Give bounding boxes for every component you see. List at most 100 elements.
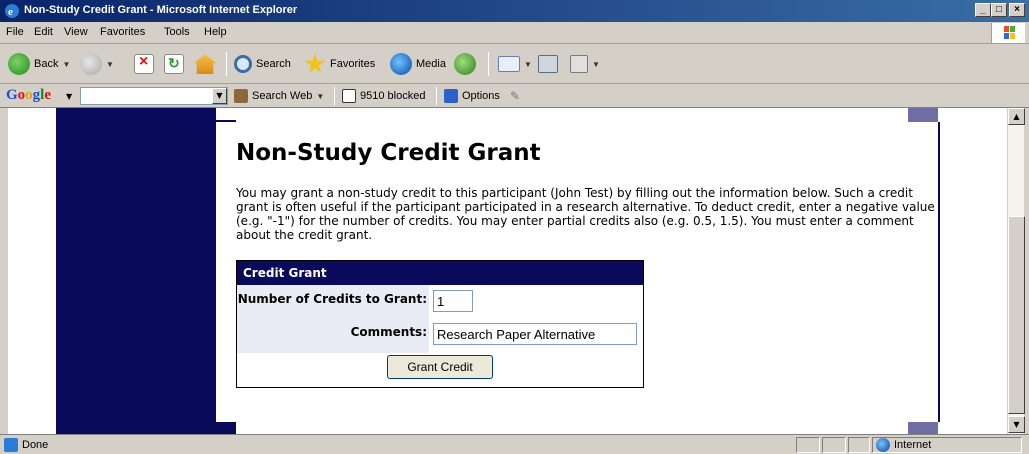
favorites-star-icon xyxy=(304,53,326,74)
favorites-button[interactable]: Favorites xyxy=(304,52,375,76)
toolbar-separator xyxy=(334,87,335,105)
home-icon xyxy=(194,54,216,74)
credits-label: Number of Credits to Grant: xyxy=(237,292,427,306)
history-button[interactable] xyxy=(454,52,476,76)
google-search-input[interactable] xyxy=(80,87,228,105)
content-card: Non-Study Credit Grant You may grant a n… xyxy=(216,122,940,422)
back-arrow-icon xyxy=(8,53,30,75)
search-icon xyxy=(234,55,252,73)
scroll-up-arrow-icon[interactable]: ▲ xyxy=(1008,108,1025,125)
menu-favorites[interactable]: Favorites xyxy=(100,26,145,38)
dropdown-arrow-icon: ▼ xyxy=(592,59,600,69)
credits-input[interactable] xyxy=(433,290,473,312)
svg-text:e: e xyxy=(8,6,13,18)
popup-blocker-icon xyxy=(342,89,356,103)
back-label: Back xyxy=(34,58,59,70)
stop-icon xyxy=(134,53,154,74)
page-icon xyxy=(4,438,18,452)
page-description: You may grant a non-study credit to this… xyxy=(236,186,935,242)
options-button[interactable]: Options xyxy=(444,89,500,103)
menu-file[interactable]: File xyxy=(6,26,24,38)
options-icon xyxy=(444,89,458,103)
status-bar: Done Internet xyxy=(0,434,1029,454)
page-viewport: Non-Study Credit Grant You may grant a n… xyxy=(8,108,1007,434)
menu-help[interactable]: Help xyxy=(204,26,227,38)
media-button[interactable]: Media xyxy=(390,52,446,76)
status-pane xyxy=(822,437,846,453)
status-done: Done xyxy=(4,438,48,452)
scrollbar-thumb[interactable] xyxy=(1008,216,1025,414)
menu-edit[interactable]: Edit xyxy=(34,26,53,38)
history-icon xyxy=(454,53,476,75)
refresh-icon xyxy=(164,54,184,74)
standard-toolbar: Back ▼ ▼ Search Favorites Media ▼ ▼ xyxy=(0,44,1029,84)
security-zone[interactable]: Internet xyxy=(876,438,931,452)
edit-page-icon xyxy=(570,55,588,73)
internet-globe-icon xyxy=(876,438,890,452)
window-title: Non-Study Credit Grant - Microsoft Inter… xyxy=(24,4,298,16)
zone-label: Internet xyxy=(894,439,932,451)
scroll-down-arrow-icon[interactable]: ▼ xyxy=(1008,416,1025,433)
menu-tools[interactable]: Tools xyxy=(164,26,190,38)
print-icon xyxy=(538,55,558,73)
favorites-label: Favorites xyxy=(330,58,376,70)
toolbar-separator xyxy=(488,52,489,76)
refresh-button[interactable] xyxy=(164,52,184,76)
search-web-button[interactable]: Search Web ▼ xyxy=(234,89,324,103)
card-top-strip xyxy=(216,108,908,120)
dropdown-arrow-icon: ▼ xyxy=(524,59,532,69)
search-button[interactable]: Search xyxy=(234,52,291,76)
menu-view[interactable]: View xyxy=(64,26,88,38)
comments-label: Comments: xyxy=(350,325,427,339)
dropdown-arrow-icon: ▼ xyxy=(62,59,71,69)
status-text: Done xyxy=(22,439,49,451)
grant-credit-button[interactable]: Grant Credit xyxy=(387,355,493,379)
search-web-label: Search Web xyxy=(252,90,313,102)
left-navy-panel xyxy=(56,108,236,434)
page-title: Non-Study Credit Grant xyxy=(236,140,541,166)
form-body: Number of Credits to Grant: Comments: xyxy=(237,285,643,353)
vertical-scrollbar[interactable]: ▲ ▼ xyxy=(1007,108,1025,434)
forward-button[interactable]: ▼ xyxy=(80,52,114,76)
toolbar-separator xyxy=(226,52,227,76)
dropdown-arrow-icon: ▼ xyxy=(106,59,114,69)
close-button[interactable]: × xyxy=(1009,3,1025,17)
mail-button[interactable]: ▼ xyxy=(498,52,532,76)
options-label: Options xyxy=(462,90,500,102)
highlight-button[interactable]: ✎ xyxy=(510,89,520,103)
windows-logo-icon xyxy=(991,23,1025,43)
search-label: Search xyxy=(256,58,291,70)
back-button[interactable]: Back ▼ xyxy=(8,52,70,76)
stop-button[interactable] xyxy=(134,52,154,76)
google-logo-letter: o xyxy=(25,87,33,103)
status-pane xyxy=(796,437,820,453)
google-logo[interactable]: Google xyxy=(6,87,51,104)
status-pane xyxy=(848,437,870,453)
blocked-count: 9510 blocked xyxy=(360,90,426,102)
print-button[interactable] xyxy=(538,52,558,76)
media-icon xyxy=(390,53,412,75)
comments-input[interactable] xyxy=(433,323,637,345)
highlighter-pen-icon: ✎ xyxy=(510,89,521,103)
home-button[interactable] xyxy=(194,52,216,76)
media-label: Media xyxy=(416,58,446,70)
google-toolbar: Google ▼ ▼ Search Web ▼ 9510 blocked Opt… xyxy=(0,84,1029,108)
binoculars-icon xyxy=(234,89,248,103)
google-search-dropdown[interactable]: ▼ xyxy=(212,88,227,104)
forward-arrow-icon xyxy=(80,53,102,75)
menu-bar: File Edit View Favorites Tools Help xyxy=(0,22,1029,44)
edit-button[interactable]: ▼ xyxy=(570,52,600,76)
window-title-bar[interactable]: e Non-Study Credit Grant - Microsoft Int… xyxy=(0,0,1029,22)
google-logo-letter: e xyxy=(44,87,52,103)
dropdown-arrow-icon: ▼ xyxy=(316,91,325,101)
ie-icon: e xyxy=(4,3,20,19)
popup-blocker-button[interactable]: 9510 blocked xyxy=(342,89,425,103)
form-header: Credit Grant xyxy=(237,261,643,285)
minimize-button[interactable]: _ xyxy=(975,3,991,17)
google-logo-letter: G xyxy=(6,87,18,103)
maximize-button[interactable]: □ xyxy=(991,3,1007,17)
google-menu-arrow-icon[interactable]: ▼ xyxy=(66,92,72,101)
toolbar-separator xyxy=(436,87,437,105)
mail-icon xyxy=(498,56,520,72)
credit-grant-form: Credit Grant Number of Credits to Grant:… xyxy=(236,260,644,388)
